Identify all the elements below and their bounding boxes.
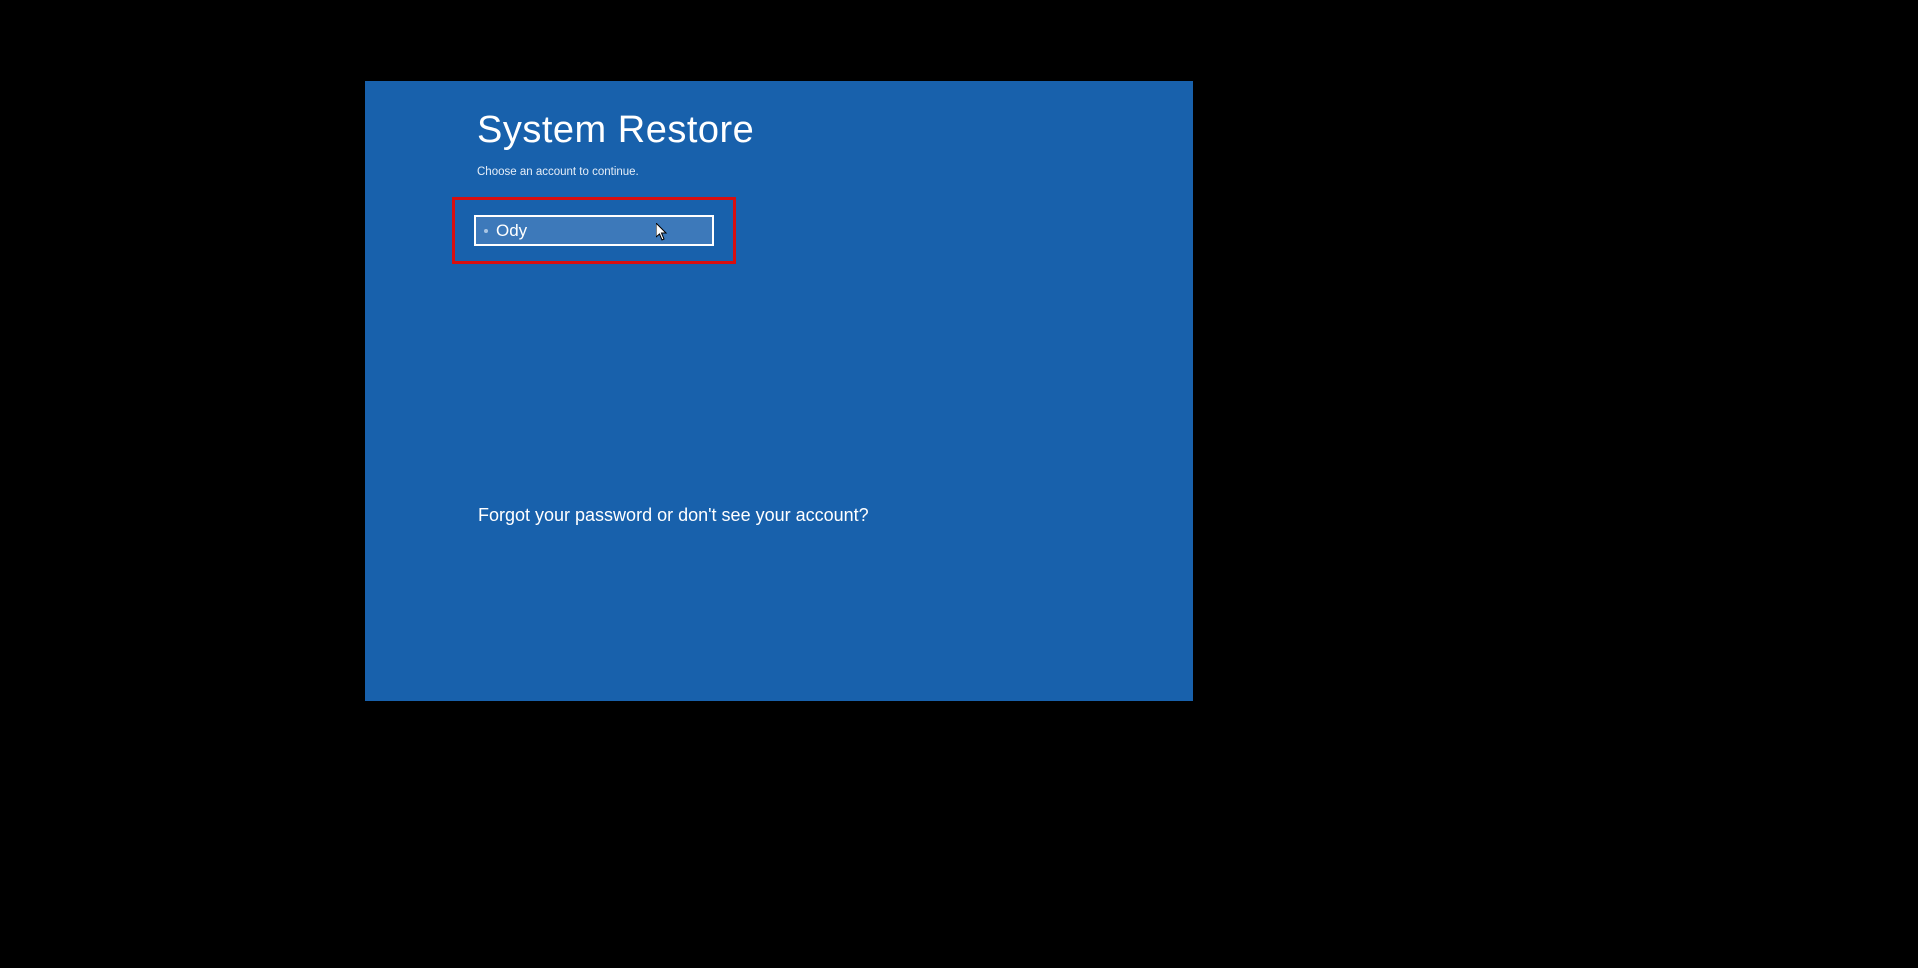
account-name-label: Ody [496, 221, 527, 241]
subtitle-text: Choose an account to continue. [477, 166, 1153, 178]
content-area: System Restore Choose an account to cont… [477, 109, 1153, 178]
cursor-icon [656, 223, 668, 241]
forgot-password-link[interactable]: Forgot your password or don't see your a… [478, 505, 869, 526]
bullet-icon [484, 229, 488, 233]
page-title: System Restore [477, 109, 1153, 152]
highlight-annotation: Ody [452, 197, 736, 264]
account-button-ody[interactable]: Ody [474, 215, 714, 246]
recovery-panel: System Restore Choose an account to cont… [365, 81, 1193, 701]
